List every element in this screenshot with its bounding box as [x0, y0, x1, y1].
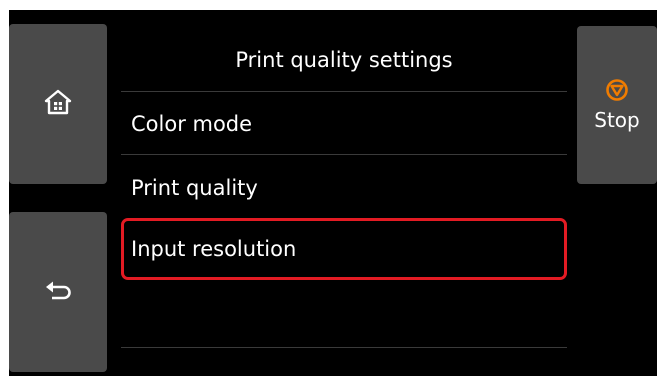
page-title: Print quality settings [235, 48, 453, 72]
back-arrow-icon [44, 278, 72, 306]
back-button[interactable] [9, 212, 107, 372]
menu-item-label: Print quality [131, 176, 258, 200]
title-divider [121, 91, 567, 92]
menu-item-label: Color mode [131, 112, 253, 136]
home-icon [44, 89, 72, 119]
stop-label: Stop [594, 108, 640, 132]
menu-divider [121, 154, 567, 155]
menu-item-color-mode[interactable]: Color mode [121, 96, 567, 152]
home-button[interactable] [9, 24, 107, 184]
stop-icon [605, 78, 629, 106]
menu-item-input-resolution[interactable]: Input resolution [121, 218, 567, 280]
menu-item-label: Input resolution [131, 237, 297, 261]
menu-divider [121, 347, 567, 348]
stop-button[interactable]: Stop [577, 26, 657, 184]
menu-item-print-quality[interactable]: Print quality [121, 160, 567, 216]
printer-touch-screen: Stop Print quality settings Color mode P… [9, 10, 657, 376]
